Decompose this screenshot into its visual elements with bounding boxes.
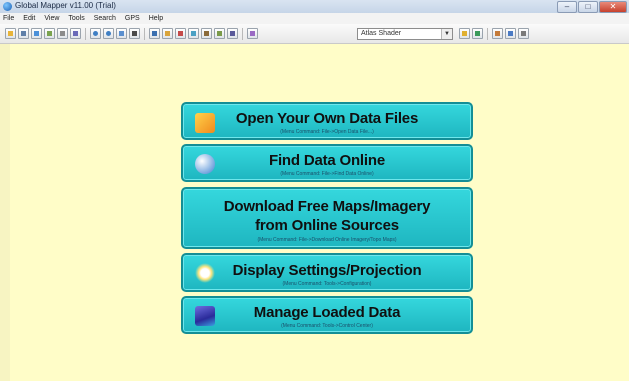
full-view-icon[interactable] — [129, 28, 140, 39]
toolbar-separator — [144, 28, 145, 40]
grid-tool-icon[interactable] — [18, 28, 29, 39]
overlay-tool-icon[interactable] — [44, 28, 55, 39]
maximize-button[interactable]: □ — [578, 1, 598, 13]
help-tool-icon[interactable] — [518, 28, 529, 39]
window-title: Global Mapper v11.00 (Trial) — [15, 1, 116, 10]
zoom-in-icon[interactable] — [90, 28, 101, 39]
manage-loaded-data-label: Manage Loaded Data — [253, 304, 401, 321]
display-settings-label: Display Settings/Projection — [232, 262, 422, 279]
open-data-files-sub: (Menu Command: File->Open Data File...) — [280, 129, 374, 135]
shader-select-value: Atlas Shader — [361, 30, 402, 37]
contour-tool-icon[interactable] — [492, 28, 503, 39]
export-tool-icon[interactable] — [505, 28, 516, 39]
vertical-exag-icon[interactable] — [472, 28, 483, 39]
toolbar-separator — [487, 28, 488, 40]
digitizer-icon[interactable] — [214, 28, 225, 39]
manage-loaded-data-sub: (Menu Command: Tools->Control Center) — [281, 323, 373, 329]
control-center-tool-icon[interactable] — [31, 28, 42, 39]
shader-tool-icon[interactable] — [247, 28, 258, 39]
pan-tool-icon[interactable] — [162, 28, 173, 39]
zoom-out-icon[interactable] — [103, 28, 114, 39]
find-data-online-sub: (Menu Command: File->Find Data Online) — [280, 171, 374, 177]
find-data-online-button[interactable]: Find Data Online (Menu Command: File->Fi… — [181, 144, 473, 182]
display-settings-button[interactable]: Display Settings/Projection (Menu Comman… — [181, 253, 473, 292]
projection-tool-icon[interactable] — [70, 28, 81, 39]
select-tool-icon[interactable] — [149, 28, 160, 39]
light-tool-icon[interactable] — [459, 28, 470, 39]
toolbar-separator — [242, 28, 243, 40]
menu-gps[interactable]: GPS — [125, 15, 140, 22]
menu-search[interactable]: Search — [94, 15, 116, 22]
zoom-box-icon[interactable] — [116, 28, 127, 39]
find-data-online-label: Find Data Online — [269, 152, 385, 169]
menu-tools[interactable]: Tools — [68, 15, 84, 22]
open-data-files-button[interactable]: Open Your Own Data Files (Menu Command: … — [181, 102, 473, 140]
menu-help[interactable]: Help — [149, 15, 163, 22]
measure-tool-icon[interactable] — [175, 28, 186, 39]
feature-info-icon[interactable] — [188, 28, 199, 39]
open-file-tool-icon[interactable] — [5, 28, 16, 39]
download-maps-button[interactable]: Download Free Maps/Imagery from Online S… — [181, 187, 473, 249]
close-button[interactable]: ✕ — [599, 1, 627, 13]
minimize-button[interactable]: – — [557, 1, 577, 13]
menu-edit[interactable]: Edit — [23, 15, 35, 22]
app-window: Global Mapper v11.00 (Trial) – □ ✕ File … — [0, 0, 629, 381]
menu-file[interactable]: File — [3, 15, 14, 22]
menu-view[interactable]: View — [44, 15, 59, 22]
title-bar[interactable]: Global Mapper v11.00 (Trial) – □ ✕ — [0, 0, 629, 13]
manage-loaded-data-button[interactable]: Manage Loaded Data (Menu Command: Tools-… — [181, 296, 473, 334]
open-data-files-label: Open Your Own Data Files — [235, 110, 419, 127]
download-maps-label-line1: Download Free Maps/Imagery — [223, 198, 431, 215]
left-panel-strip — [0, 44, 10, 381]
download-maps-label-line2: from Online Sources — [255, 217, 399, 234]
path-profile-icon[interactable] — [201, 28, 212, 39]
shader-select[interactable]: Atlas Shader ▼ — [357, 28, 453, 40]
menu-bar: File Edit View Tools Search GPS Help — [0, 13, 629, 24]
3d-view-icon[interactable] — [227, 28, 238, 39]
window-controls: – □ ✕ — [557, 1, 627, 13]
download-maps-sub: (Menu Command: File->Download Online Ima… — [257, 237, 397, 243]
chevron-down-icon: ▼ — [441, 29, 452, 39]
toolbar: Atlas Shader ▼ — [0, 24, 629, 44]
print-tool-icon[interactable] — [57, 28, 68, 39]
app-globe-icon — [3, 2, 12, 11]
toolbar-separator — [85, 28, 86, 40]
display-settings-sub: (Menu Command: Tools->Configuration) — [282, 281, 372, 287]
